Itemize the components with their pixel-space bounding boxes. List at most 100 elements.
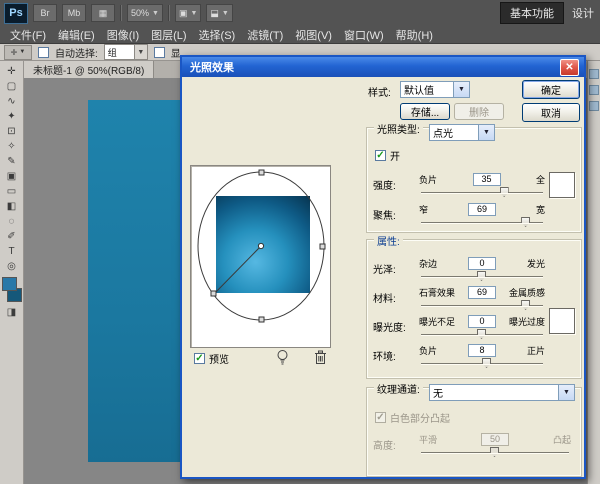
workspace-button-essentials[interactable]: 基本功能 [500,2,564,24]
quick-mask-icon[interactable]: ◨ [2,305,22,320]
screen-mode-icon[interactable]: ⬓ ▼ [206,4,232,22]
lasso-tool[interactable]: ∿ [2,94,22,109]
style-select[interactable]: 默认值 ▼ [400,81,470,98]
slider-thumb[interactable] [500,187,509,197]
light-handle-top[interactable] [259,170,264,175]
slider-thumb[interactable] [482,358,491,368]
gloss-value[interactable]: 0 [468,257,496,270]
menu-select[interactable]: 选择(S) [193,27,242,43]
quick-selection-tool[interactable]: ✦ [2,109,22,124]
preview-checkbox-row[interactable]: ✓ 预览 [194,351,229,366]
texture-channel-select[interactable]: 无 ▼ [429,384,575,401]
zoom-level-select[interactable]: 50% ▼ [127,4,163,22]
slider-thumb[interactable] [521,217,530,227]
chevron-down-icon: ▼ [190,10,197,17]
add-light-bulb-icon[interactable] [276,349,289,369]
chevron-down-icon: ▼ [453,82,469,97]
slider-thumb[interactable] [477,329,486,339]
type-tool[interactable]: T [2,244,22,259]
eyedropper-tool[interactable]: ✧ [2,139,22,154]
cancel-button[interactable]: 取消 [522,103,580,122]
menu-view[interactable]: 视图(V) [289,27,338,43]
material-value[interactable]: 69 [468,286,496,299]
menu-window[interactable]: 窗口(W) [338,27,390,43]
focus-slider[interactable] [419,217,545,227]
photoshop-logo: Ps [4,3,28,24]
workspace-button-design[interactable]: 设计 [572,5,594,21]
ok-button[interactable]: 确定 [522,80,580,99]
texture-caption: 纹理通道: [374,381,423,396]
close-icon[interactable]: ✕ [560,59,579,76]
light-on-checkbox-row[interactable]: ✓ 开 [375,148,400,163]
clone-stamp-tool[interactable]: ▣ [2,169,22,184]
menu-help[interactable]: 帮助(H) [390,27,439,43]
panel-icon[interactable] [589,85,599,95]
light-handle-radius[interactable] [211,291,216,296]
ambience-value[interactable]: 8 [468,344,496,357]
application-bar: Ps Br Mb ▦ 50% ▼ ▣ ▼ ⬓ ▼ 基本功能 设计 [0,0,600,26]
slider-thumb[interactable] [477,271,486,281]
material-slider[interactable] [419,300,545,310]
tool-panel: ✛▢∿✦⊡✧✎▣▭◧◌✐T◎ ◨ [0,61,24,484]
delete-light-trash-icon[interactable] [314,350,327,368]
move-tool[interactable]: ✛ [2,64,22,79]
light-type-group: 光照类型: 点光 ▼ ✓ 开 强度: 负片 35 全 [366,127,582,233]
panel-icon[interactable] [589,69,599,79]
pen-tool[interactable]: ✐ [2,229,22,244]
crop-tool[interactable]: ⊡ [2,124,22,139]
color-swatches [2,277,22,302]
zoom-tool[interactable]: ◎ [2,259,22,274]
menu-filter[interactable]: 滤镜(T) [241,27,289,43]
menu-edit[interactable]: 编辑(E) [52,27,101,43]
foreground-color-swatch[interactable] [2,277,17,291]
menu-image[interactable]: 图像(I) [101,27,145,43]
slider-focus: 聚焦: 窄 69 宽 [373,202,545,227]
preview-checkbox[interactable]: ✓ [194,353,205,364]
menu-file[interactable]: 文件(F) [4,27,52,43]
intensity-value[interactable]: 35 [473,173,501,186]
auto-select-target-select[interactable]: 组 ▼ [104,44,148,60]
light-handle-bottom[interactable] [259,317,264,322]
arrange-documents-icon[interactable]: ▣ ▼ [175,4,201,22]
properties-caption: 属性: [374,233,403,248]
white-is-high-checkbox: ✓ [375,412,386,423]
slider-thumb [490,447,499,457]
white-is-high-checkbox-row: ✓ 白色部分凸起 [375,410,450,425]
auto-select-checkbox[interactable] [38,47,49,58]
dialog-titlebar[interactable]: 光照效果 ✕ [182,57,584,77]
show-transform-checkbox[interactable] [154,47,165,58]
ambience-slider[interactable] [419,358,545,368]
marquee-tool[interactable]: ▢ [2,79,22,94]
menu-layer[interactable]: 图层(L) [145,27,192,43]
light-center-handle[interactable] [258,243,263,248]
preview-panel[interactable] [190,165,331,348]
slider-material: 材料: 石膏效果 69 金属质感 [373,285,545,310]
light-type-select[interactable]: 点光 ▼ [429,124,495,141]
slider-thumb[interactable] [521,300,530,310]
eraser-tool[interactable]: ▭ [2,184,22,199]
document-tab[interactable]: 未标题-1 @ 50%(RGB/8) [24,61,154,78]
panel-dock[interactable] [587,61,600,484]
light-on-checkbox[interactable]: ✓ [375,150,386,161]
gloss-slider[interactable] [419,271,545,281]
intensity-slider[interactable] [419,187,545,197]
view-extras-icon[interactable]: ▦ [91,4,115,22]
properties-group: 属性: 光泽: 杂边 0 发光 材料: [366,239,582,379]
save-button[interactable]: 存储... [400,103,450,120]
light-color-swatch[interactable] [549,172,575,198]
gradient-tool[interactable]: ◧ [2,199,22,214]
slider-gloss: 光泽: 杂边 0 发光 [373,256,545,281]
slider-intensity: 强度: 负片 35 全 [373,172,545,197]
tool-preset-icon[interactable]: ✛ ▼ [4,45,32,60]
exposure-value[interactable]: 0 [468,315,496,328]
light-handle-right[interactable] [320,244,325,249]
mini-bridge-icon[interactable]: Mb [62,4,86,22]
height-value: 50 [481,433,509,446]
focus-value[interactable]: 69 [468,203,496,216]
bridge-icon[interactable]: Br [33,4,57,22]
blur-tool[interactable]: ◌ [2,214,22,229]
brush-tool[interactable]: ✎ [2,154,22,169]
panel-icon[interactable] [589,101,599,111]
ambient-color-swatch[interactable] [549,308,575,334]
exposure-slider[interactable] [419,329,545,339]
